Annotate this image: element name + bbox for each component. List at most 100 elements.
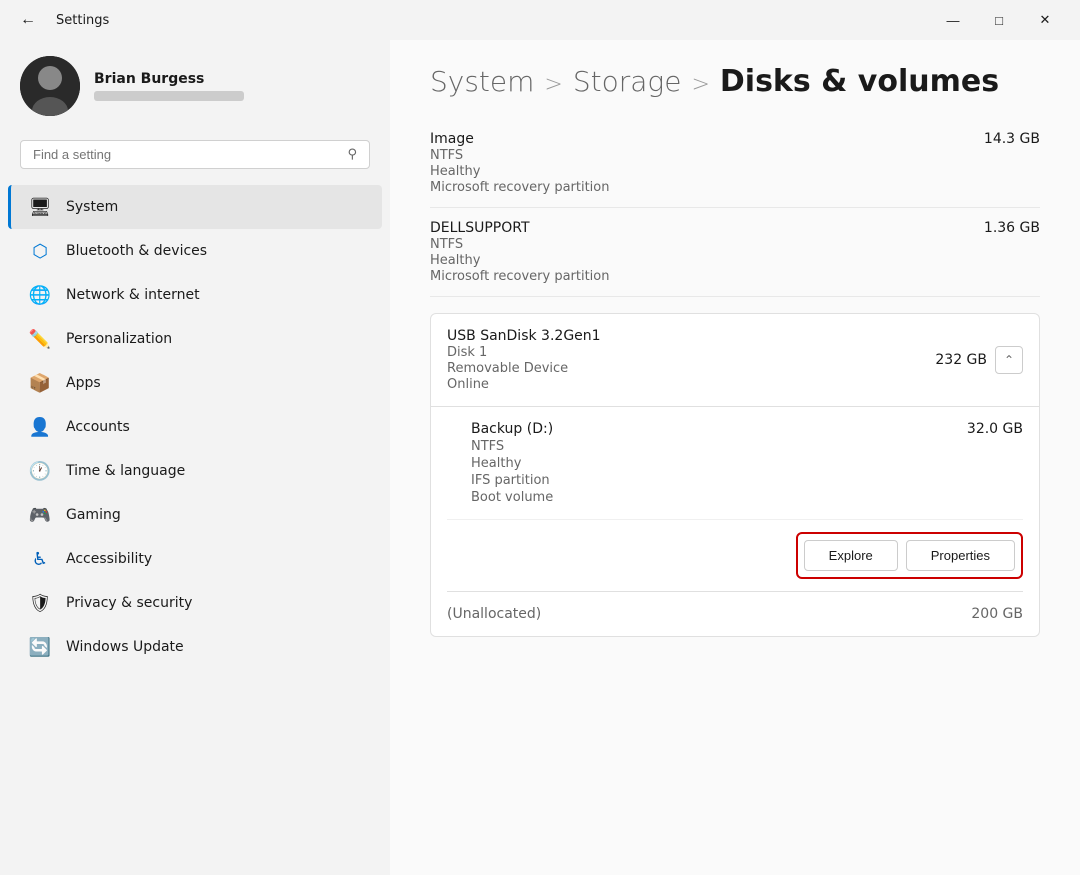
user-email-bar	[94, 91, 244, 101]
partition-size-image: 14.3 GB	[984, 131, 1040, 147]
sidebar-item-gaming[interactable]: 🎮 Gaming	[8, 493, 382, 537]
volume-detail-backup-2: IFS partition	[471, 473, 553, 488]
sidebar: Brian Burgess ⚲ 🖥 System ⬡ Bluetooth & d…	[0, 40, 390, 875]
back-button[interactable]: ←	[12, 4, 44, 36]
disk-meta1-usb: Disk 1	[447, 345, 601, 360]
partition-detail-dell-0: NTFS	[430, 237, 610, 252]
partition-detail-image-0: NTFS	[430, 148, 610, 163]
apps-icon: 📦	[28, 371, 52, 395]
disk-info-usb: USB SanDisk 3.2Gen1 Disk 1 Removable Dev…	[447, 328, 601, 392]
breadcrumb-system: System	[430, 65, 534, 98]
accounts-icon: 👤	[28, 415, 52, 439]
sidebar-label-accounts: Accounts	[66, 419, 130, 435]
breadcrumb-sep2: >	[691, 72, 709, 97]
volume-name-backup: Backup (D:)	[471, 421, 553, 437]
disk-meta2-usb: Removable Device	[447, 361, 601, 376]
buttons-row: Explore Properties	[447, 520, 1023, 591]
volume-size-backup: 32.0 GB	[967, 421, 1023, 437]
avatar	[20, 56, 80, 116]
sidebar-label-time: Time & language	[66, 463, 185, 479]
update-icon: 🔄	[28, 635, 52, 659]
collapse-button[interactable]: ⌃	[995, 346, 1023, 374]
unallocated-label: (Unallocated)	[447, 606, 541, 622]
breadcrumb-sep1: >	[544, 72, 562, 97]
breadcrumb-current: Disks & volumes	[720, 64, 999, 99]
personalization-icon: ✏️	[28, 327, 52, 351]
volume-detail-backup-1: Healthy	[471, 456, 553, 471]
disk-name-usb: USB SanDisk 3.2Gen1	[447, 328, 601, 344]
network-icon: 🌐	[28, 283, 52, 307]
sidebar-label-update: Windows Update	[66, 639, 184, 655]
sidebar-label-system: System	[66, 199, 118, 215]
sidebar-label-personalization: Personalization	[66, 331, 172, 347]
minimize-button[interactable]: —	[930, 4, 976, 36]
title-bar: ← Settings — □ ✕	[0, 0, 1080, 40]
user-name: Brian Burgess	[94, 71, 244, 87]
disk-size-col: 232 GB ⌃	[935, 346, 1023, 374]
app-title: Settings	[56, 13, 918, 28]
disk-content-usb: Backup (D:) NTFS Healthy IFS partition B…	[431, 407, 1039, 636]
sidebar-item-accounts[interactable]: 👤 Accounts	[8, 405, 382, 449]
app-layout: Brian Burgess ⚲ 🖥 System ⬡ Bluetooth & d…	[0, 40, 1080, 875]
sidebar-item-privacy[interactable]: 🛡 Privacy & security	[8, 581, 382, 625]
user-info: Brian Burgess	[94, 71, 244, 101]
explore-button[interactable]: Explore	[804, 540, 898, 571]
sidebar-label-apps: Apps	[66, 375, 101, 391]
sidebar-label-gaming: Gaming	[66, 507, 121, 523]
breadcrumb-storage: Storage	[573, 65, 682, 98]
partition-size-dell: 1.36 GB	[984, 220, 1040, 236]
sidebar-label-bluetooth: Bluetooth & devices	[66, 243, 207, 259]
unallocated-row: (Unallocated) 200 GB	[447, 591, 1023, 636]
partition-detail-dell-2: Microsoft recovery partition	[430, 269, 610, 284]
window-controls: — □ ✕	[930, 4, 1068, 36]
partition-detail-image-2: Microsoft recovery partition	[430, 180, 610, 195]
sidebar-item-accessibility[interactable]: ♿ Accessibility	[8, 537, 382, 581]
partition-name-dell: DELLSUPPORT	[430, 220, 610, 236]
bluetooth-icon: ⬡	[28, 239, 52, 263]
content-area: Image NTFS Healthy Microsoft recovery pa…	[430, 119, 1040, 637]
search-input[interactable]	[33, 147, 339, 162]
sidebar-label-accessibility: Accessibility	[66, 551, 152, 567]
sidebar-item-apps[interactable]: 📦 Apps	[8, 361, 382, 405]
partition-info-image: Image NTFS Healthy Microsoft recovery pa…	[430, 131, 610, 195]
volume-detail-backup-0: NTFS	[471, 439, 553, 454]
user-section: Brian Burgess	[0, 40, 390, 132]
avatar-image	[20, 56, 80, 116]
gaming-icon: 🎮	[28, 503, 52, 527]
disk-section-usb: USB SanDisk 3.2Gen1 Disk 1 Removable Dev…	[430, 313, 1040, 637]
maximize-button[interactable]: □	[976, 4, 1022, 36]
sidebar-item-network[interactable]: 🌐 Network & internet	[8, 273, 382, 317]
partition-name-image: Image	[430, 131, 610, 147]
search-icon: ⚲	[347, 147, 357, 162]
sidebar-item-personalization[interactable]: ✏️ Personalization	[8, 317, 382, 361]
close-button[interactable]: ✕	[1022, 4, 1068, 36]
search-box: ⚲	[20, 140, 370, 169]
volume-row-backup: Backup (D:) NTFS Healthy IFS partition B…	[447, 407, 1023, 520]
disk-size-usb: 232 GB	[935, 352, 987, 368]
partition-info-dell: DELLSUPPORT NTFS Healthy Microsoft recov…	[430, 220, 610, 284]
sidebar-item-system[interactable]: 🖥 System	[8, 185, 382, 229]
sidebar-label-privacy: Privacy & security	[66, 595, 192, 611]
accessibility-icon: ♿	[28, 547, 52, 571]
partition-detail-image-1: Healthy	[430, 164, 610, 179]
partition-row-image: Image NTFS Healthy Microsoft recovery pa…	[430, 119, 1040, 208]
breadcrumb: System > Storage > Disks & volumes	[430, 40, 1040, 119]
sidebar-nav: 🖥 System ⬡ Bluetooth & devices 🌐 Network…	[0, 185, 390, 669]
time-icon: 🕐	[28, 459, 52, 483]
properties-button[interactable]: Properties	[906, 540, 1015, 571]
sidebar-item-update[interactable]: 🔄 Windows Update	[8, 625, 382, 669]
privacy-icon: 🛡	[28, 591, 52, 615]
volume-detail-backup-3: Boot volume	[471, 490, 553, 505]
sidebar-item-bluetooth[interactable]: ⬡ Bluetooth & devices	[8, 229, 382, 273]
sidebar-label-network: Network & internet	[66, 287, 200, 303]
search-container: ⚲	[0, 132, 390, 185]
main-content: System > Storage > Disks & volumes Image…	[390, 40, 1080, 875]
partition-detail-dell-1: Healthy	[430, 253, 610, 268]
disk-header-usb: USB SanDisk 3.2Gen1 Disk 1 Removable Dev…	[431, 314, 1039, 407]
unallocated-size: 200 GB	[971, 606, 1023, 622]
sidebar-item-time[interactable]: 🕐 Time & language	[8, 449, 382, 493]
disk-meta3-usb: Online	[447, 377, 601, 392]
highlighted-buttons-container: Explore Properties	[796, 532, 1023, 579]
system-icon: 🖥	[28, 195, 52, 219]
volume-info-backup: Backup (D:) NTFS Healthy IFS partition B…	[471, 421, 553, 505]
